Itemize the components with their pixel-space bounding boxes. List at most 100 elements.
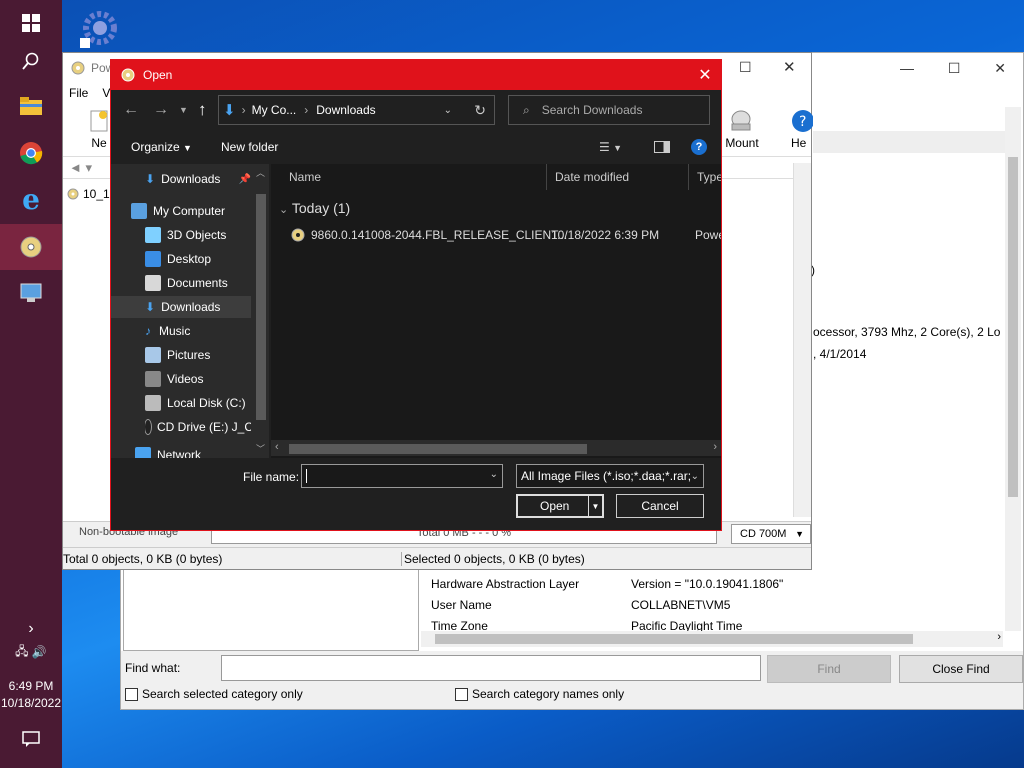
nav-pane-scrollbar[interactable]: ︿ ﹀ <box>253 164 269 458</box>
system-info-taskbar-button[interactable] <box>0 270 62 316</box>
breadcrumb-downloads[interactable]: Downloads <box>316 103 375 117</box>
desktop-shortcut[interactable] <box>78 6 122 50</box>
find-bar: Find what: Find Close Find Search select… <box>121 651 1023 709</box>
forward-button[interactable]: → <box>153 101 169 119</box>
file-explorer-button[interactable] <box>0 83 62 129</box>
notifications-button[interactable] <box>0 716 62 762</box>
disc-image-icon <box>291 228 305 242</box>
capacity-select[interactable]: CD 700M ▼ <box>731 524 811 544</box>
status-total: Total 0 objects, 0 KB (0 bytes) <box>63 552 223 566</box>
tree-my-computer[interactable]: My Computer <box>131 200 269 222</box>
vertical-scrollbar[interactable] <box>1005 107 1021 631</box>
search-box[interactable]: ⌕ Search Downloads <box>508 95 710 125</box>
mount-button[interactable]: Mount <box>718 109 766 150</box>
tree-videos[interactable]: Videos <box>145 368 269 390</box>
up-button[interactable]: ↑ <box>198 100 207 120</box>
chevron-down-icon: ⌄ <box>489 469 498 480</box>
tree-desktop[interactable]: Desktop <box>145 248 269 270</box>
column-name[interactable]: Name <box>271 164 547 190</box>
refresh-icon[interactable]: ↻ <box>474 102 486 119</box>
cancel-button[interactable]: Cancel <box>616 494 704 518</box>
tree-downloads-pinned[interactable]: ⬇ Downloads 📌 <box>145 168 269 190</box>
tree-downloads[interactable]: ⬇ Downloads <box>111 296 251 318</box>
new-folder-button[interactable]: New folder <box>221 140 278 154</box>
file-list: Name Date modified Type ⌄ Today (1) 9860… <box>271 164 721 458</box>
file-list-hscrollbar[interactable]: ‹ › <box>271 440 721 456</box>
search-selected-checkbox[interactable]: Search selected category only <box>125 687 303 701</box>
open-split-dropdown[interactable]: ▼ <box>588 496 602 516</box>
tree-label: Desktop <box>167 252 212 266</box>
ie-button[interactable]: e <box>0 176 62 222</box>
horizontal-scrollbar[interactable]: › <box>421 631 1003 647</box>
back-button[interactable]: ← <box>123 101 139 119</box>
chevron-down-icon: ▼ <box>183 143 192 153</box>
clock[interactable]: 6:49 PM 10/18/2022 <box>0 678 62 712</box>
help-label: He <box>791 136 807 150</box>
chevron-right-icon: › <box>304 103 309 117</box>
poweriso-taskbar-button[interactable] <box>0 224 62 270</box>
column-date-label: Date modified <box>555 170 630 184</box>
tree-label: Videos <box>167 372 204 386</box>
tree-local-disk[interactable]: Local Disk (C:) <box>145 392 269 414</box>
tree-label: Downloads <box>161 300 221 314</box>
close-button[interactable]: ✕ <box>783 58 796 76</box>
tree-label: Pictures <box>167 348 211 362</box>
help-button[interactable]: ? He <box>791 109 813 150</box>
capacity-value: CD 700M <box>740 528 787 540</box>
file-row[interactable]: 9860.0.141008-2044.FBL_RELEASE_CLIENT...… <box>271 224 721 246</box>
address-dropdown-icon[interactable]: ⌄ <box>444 105 452 116</box>
filter-value: All Image Files (*.iso;*.daa;*.rar; <box>521 469 692 483</box>
close-find-button[interactable]: Close Find <box>899 655 1023 683</box>
dialog-close-button[interactable]: ✕ <box>689 60 721 90</box>
tree-pictures[interactable]: Pictures <box>145 344 269 366</box>
dialog-title: Open <box>143 68 173 82</box>
tree-cd-drive[interactable]: CD Drive (E:) J_C <box>145 416 251 438</box>
pictures-icon <box>145 347 161 363</box>
chevron-down-icon: ▼ <box>613 143 623 153</box>
tree-music[interactable]: ♪ Music <box>145 320 269 342</box>
clock-time: 6:49 PM <box>8 679 54 693</box>
windows-logo-icon <box>22 14 40 32</box>
maximize-button[interactable]: ☐ <box>739 59 752 76</box>
open-button[interactable]: Open ▼ <box>516 494 604 518</box>
breadcrumb-my-computer[interactable]: My Co... <box>252 103 297 117</box>
minimize-button[interactable]: — <box>900 60 914 76</box>
find-label: Find what: <box>125 661 181 675</box>
column-name-label: Name <box>289 170 322 184</box>
file-type-filter[interactable]: All Image Files (*.iso;*.daa;*.rar; ⌄ <box>516 464 704 488</box>
close-button[interactable]: ✕ <box>994 60 1006 77</box>
search-button[interactable] <box>0 38 62 84</box>
pin-icon: 📌 <box>238 173 251 185</box>
group-header[interactable]: ⌄ Today (1) <box>279 200 350 216</box>
menu-file[interactable]: File <box>69 86 88 100</box>
maximize-button[interactable]: ☐ <box>948 60 961 77</box>
preview-pane-icon[interactable] <box>654 141 670 153</box>
download-icon: ⬇ <box>145 172 156 186</box>
right-scrollbar[interactable] <box>793 163 811 517</box>
view-options-button[interactable]: ☰ ▼ <box>599 140 622 154</box>
organize-label: Organize <box>131 140 180 154</box>
details-panel: Hardware Abstraction Layer Version = "10… <box>421 567 1003 651</box>
column-date[interactable]: Date modified <box>547 164 689 190</box>
column-type[interactable]: Type <box>689 164 721 190</box>
tree-3d-objects[interactable]: 3D Objects <box>145 224 269 246</box>
search-names-checkbox[interactable]: Search category names only <box>455 687 624 701</box>
tree-item[interactable]: 10_1 <box>67 187 110 201</box>
chrome-button[interactable] <box>0 130 62 176</box>
recent-locations-button[interactable]: ▼ <box>179 105 188 115</box>
tree-network[interactable]: Network <box>135 444 269 458</box>
filename-input[interactable]: ⌄ <box>301 464 503 488</box>
find-input[interactable] <box>221 655 761 681</box>
disk-icon <box>145 395 161 411</box>
tree-documents[interactable]: Documents <box>145 272 269 294</box>
help-icon[interactable]: ? <box>691 139 707 155</box>
organize-button[interactable]: Organize ▼ <box>131 140 192 154</box>
tree-label: 3D Objects <box>167 228 227 242</box>
open-label: Open <box>540 499 570 513</box>
find-button[interactable]: Find <box>767 655 891 683</box>
status-selected: Selected 0 objects, 0 KB (0 bytes) <box>401 552 585 566</box>
tray-icons[interactable]: 🖧 🔊 <box>0 632 62 672</box>
volume-icon: 🔊 <box>31 645 47 659</box>
address-bar[interactable]: ⬇ › My Co... › Downloads ⌄ ↻ <box>218 95 495 125</box>
taskbar: e › 🖧 🔊 6:49 PM 10/18/2022 <box>0 0 62 768</box>
